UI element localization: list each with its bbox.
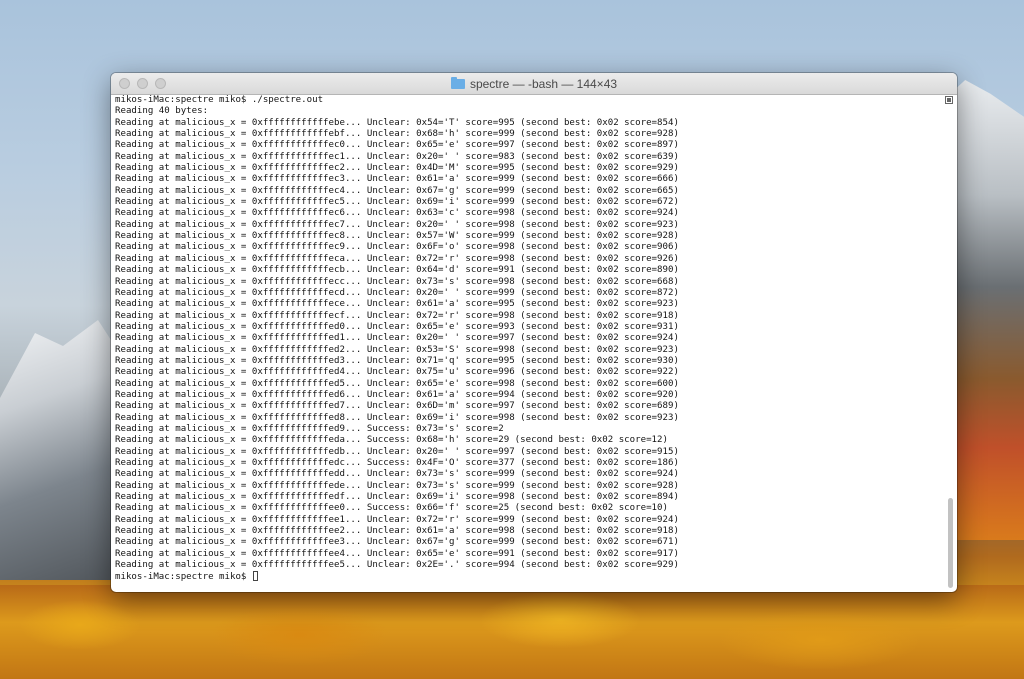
terminal-line: Reading at malicious_x = 0xffffffffffffe… — [115, 219, 679, 230]
terminal-line: mikos-iMac:spectre miko$ ./spectre.out — [115, 95, 324, 105]
terminal-line: Reading at malicious_x = 0xffffffffffffe… — [115, 333, 679, 344]
window-titlebar[interactable]: spectre — -bash — 144×43 — [111, 73, 957, 95]
terminal-line: Reading at malicious_x = 0xffffffffffffe… — [115, 355, 679, 366]
window-title-text: spectre — -bash — 144×43 — [469, 76, 618, 91]
terminal-line: Reading at malicious_x = 0xffffffffffffe… — [115, 310, 679, 321]
scrollbar-marker-icon[interactable] — [945, 96, 953, 104]
terminal-prompt: mikos-iMac:spectre miko$ — [115, 572, 252, 583]
terminal-line: Reading at malicious_x = 0xffffffffffffe… — [115, 299, 679, 310]
terminal-line: Reading 40 bytes: — [115, 106, 209, 117]
terminal-line: Reading at malicious_x = 0xffffffffffffe… — [115, 423, 504, 434]
terminal-line: Reading at malicious_x = 0xffffffffffffe… — [115, 389, 679, 400]
terminal-line: Reading at malicious_x = 0xffffffffffffe… — [115, 174, 679, 185]
terminal-line: Reading at malicious_x = 0xffffffffffffe… — [115, 446, 679, 457]
terminal-line: Reading at malicious_x = 0xffffffffffffe… — [115, 367, 679, 378]
terminal-line: Reading at malicious_x = 0xffffffffffffe… — [115, 548, 679, 559]
terminal-line: Reading at malicious_x = 0xffffffffffffe… — [115, 526, 679, 537]
terminal-line: Reading at malicious_x = 0xffffffffffffe… — [115, 435, 668, 446]
wallpaper-forest — [0, 585, 1024, 679]
terminal-line: Reading at malicious_x = 0xffffffffffffe… — [115, 321, 679, 332]
terminal-line: Reading at malicious_x = 0xffffffffffffe… — [115, 560, 679, 571]
terminal-line: Reading at malicious_x = 0xffffffffffffe… — [115, 412, 679, 423]
terminal-line: Reading at malicious_x = 0xffffffffffffe… — [115, 469, 679, 480]
terminal-line: Reading at malicious_x = 0xffffffffffffe… — [115, 117, 679, 128]
vertical-scrollbar[interactable] — [948, 498, 953, 588]
terminal-line: Reading at malicious_x = 0xffffffffffffe… — [115, 514, 679, 525]
terminal-window[interactable]: spectre — -bash — 144×43 mikos-iMac:spec… — [111, 73, 957, 592]
terminal-line: Reading at malicious_x = 0xffffffffffffe… — [115, 231, 679, 242]
terminal-line: Reading at malicious_x = 0xffffffffffffe… — [115, 480, 679, 491]
terminal-line: Reading at malicious_x = 0xffffffffffffe… — [115, 276, 679, 287]
terminal-line: Reading at malicious_x = 0xffffffffffffe… — [115, 537, 679, 548]
terminal-line: Reading at malicious_x = 0xffffffffffffe… — [115, 492, 679, 503]
terminal-line: Reading at malicious_x = 0xffffffffffffe… — [115, 197, 679, 208]
terminal-line: Reading at malicious_x = 0xffffffffffffe… — [115, 242, 679, 253]
terminal-line: Reading at malicious_x = 0xffffffffffffe… — [115, 163, 679, 174]
terminal-line: Reading at malicious_x = 0xffffffffffffe… — [115, 265, 679, 276]
terminal-prompt-line[interactable]: mikos-iMac:spectre miko$ — [115, 571, 941, 583]
text-cursor-icon — [252, 571, 258, 582]
terminal-line: Reading at malicious_x = 0xffffffffffffe… — [115, 378, 679, 389]
terminal-line: Reading at malicious_x = 0xffffffffffffe… — [115, 458, 679, 468]
terminal-output[interactable]: mikos-iMac:spectre miko$ ./spectre.out Re… — [115, 95, 941, 589]
terminal-line: Reading at malicious_x = 0xffffffffffffe… — [115, 344, 679, 355]
terminal-line: Reading at malicious_x = 0xffffffffffffe… — [115, 185, 679, 196]
terminal-line: Reading at malicious_x = 0xffffffffffffe… — [115, 208, 679, 219]
terminal-line: Reading at malicious_x = 0xffffffffffffe… — [115, 129, 679, 140]
terminal-line: Reading at malicious_x = 0xffffffffffffe… — [115, 140, 679, 151]
folder-icon — [450, 76, 465, 89]
terminal-line: Reading at malicious_x = 0xffffffffffffe… — [115, 401, 679, 412]
terminal-line: Reading at malicious_x = 0xffffffffffffe… — [115, 151, 679, 162]
terminal-line: Reading at malicious_x = 0xffffffffffffe… — [115, 287, 679, 298]
terminal-line: Reading at malicious_x = 0xffffffffffffe… — [115, 503, 668, 514]
window-title: spectre — -bash — 144×43 — [111, 73, 957, 94]
terminal-line: Reading at malicious_x = 0xffffffffffffe… — [115, 253, 679, 264]
